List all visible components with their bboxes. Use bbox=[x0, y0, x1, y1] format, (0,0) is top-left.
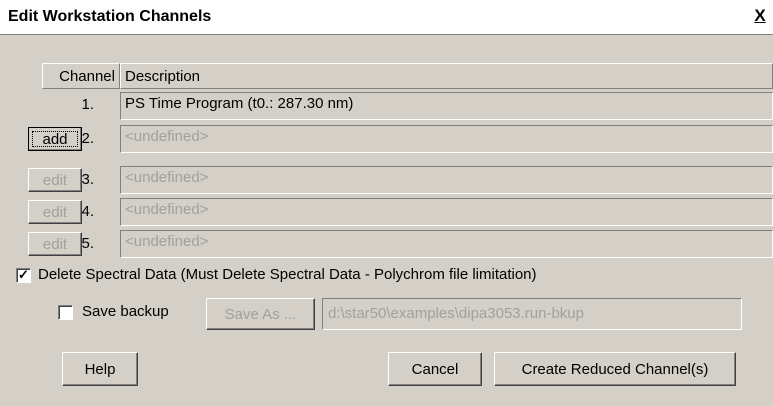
column-header-channel: Channel bbox=[42, 63, 120, 89]
channel-description-2: <undefined> bbox=[120, 125, 773, 153]
backup-path-field: d:\star50\examples\dipa3053.run-bkup bbox=[322, 298, 742, 330]
channel-number-3: 3. bbox=[81, 171, 94, 188]
cancel-button[interactable]: Cancel bbox=[388, 352, 482, 386]
close-button[interactable]: X bbox=[750, 6, 770, 26]
channel-description-1[interactable]: PS Time Program (t0.: 287.30 nm) bbox=[120, 92, 773, 120]
channel-number-4: 4. bbox=[81, 203, 94, 220]
save-backup-label: Save backup bbox=[82, 303, 169, 320]
column-header-description: Description bbox=[120, 63, 773, 89]
help-button[interactable]: Help bbox=[62, 352, 138, 386]
window-title: Edit Workstation Channels bbox=[8, 8, 212, 25]
title-bar: Edit Workstation Channels X bbox=[0, 0, 773, 35]
channel-description-4: <undefined> bbox=[120, 198, 773, 226]
delete-spectral-checkbox[interactable]: ✓ bbox=[16, 268, 31, 283]
channel-description-3: <undefined> bbox=[120, 166, 773, 194]
channel-number-5: 5. bbox=[81, 235, 94, 252]
create-reduced-channels-button[interactable]: Create Reduced Channel(s) bbox=[494, 352, 736, 386]
channel-number-1: 1. bbox=[81, 96, 94, 113]
channel-description-5: <undefined> bbox=[120, 230, 773, 258]
save-backup-checkbox[interactable] bbox=[58, 305, 73, 320]
save-as-button[interactable]: Save As ... bbox=[206, 298, 315, 330]
delete-spectral-label: Delete Spectral Data (Must Delete Spectr… bbox=[38, 266, 537, 283]
channel-number-2: 2. bbox=[81, 130, 94, 147]
